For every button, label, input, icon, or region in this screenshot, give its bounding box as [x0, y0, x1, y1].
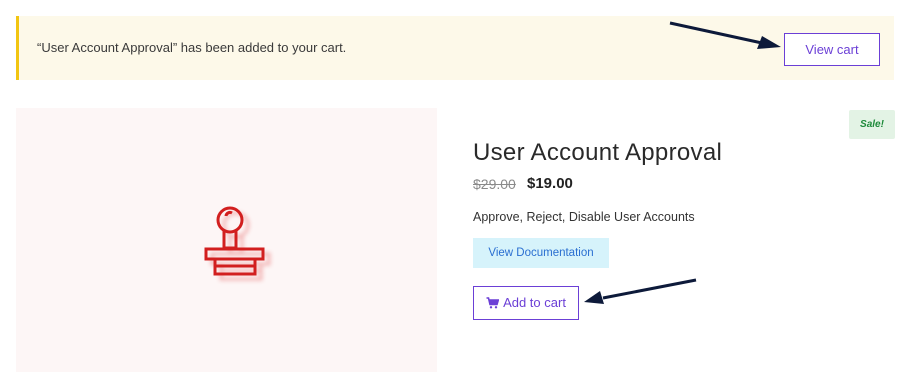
stamp-icon: [204, 206, 271, 281]
add-to-cart-label: Add to cart: [503, 295, 566, 310]
cart-notice: “User Account Approval” has been added t…: [16, 16, 894, 80]
product-title: User Account Approval: [473, 139, 723, 166]
regular-price: $29.00: [473, 176, 516, 192]
view-documentation-button[interactable]: View Documentation: [473, 238, 609, 268]
add-to-cart-button[interactable]: Add to cart: [473, 286, 579, 320]
cart-notice-message: “User Account Approval” has been added t…: [37, 40, 347, 55]
sale-badge: Sale!: [849, 110, 895, 139]
sale-price: $19.00: [527, 175, 573, 192]
cart-icon: [486, 296, 500, 309]
product-image: [16, 108, 437, 372]
product-short-description: Approve, Reject, Disable User Accounts: [473, 210, 695, 224]
view-cart-button[interactable]: View cart: [784, 33, 880, 66]
product-page: “User Account Approval” has been added t…: [0, 0, 910, 386]
